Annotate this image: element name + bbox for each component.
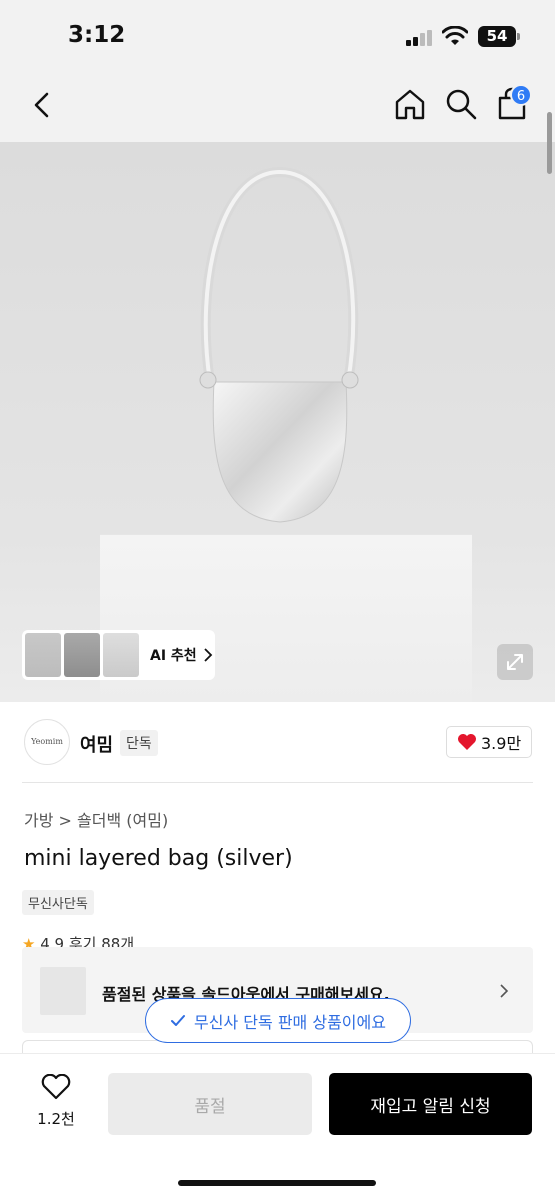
thumbnail-1[interactable]	[25, 633, 61, 677]
brand-like-button[interactable]: 3.9만	[446, 726, 532, 758]
ai-recommend-label[interactable]: AI 추천	[150, 645, 197, 665]
wishlist-count: 1.2천	[37, 1110, 75, 1128]
status-time: 3:12	[68, 22, 126, 48]
wifi-icon	[442, 26, 468, 45]
wishlist-button[interactable]: 1.2천	[26, 1074, 86, 1134]
chevron-right-icon	[204, 648, 212, 662]
chevron-right-icon	[500, 984, 509, 998]
heart-filled-icon	[458, 734, 476, 750]
top-nav: 6	[0, 70, 555, 142]
like-count: 3.9만	[481, 734, 522, 753]
ai-recommend-strip[interactable]: AI 추천	[22, 630, 215, 680]
exclusive-tag: 단독	[120, 730, 158, 756]
divider	[22, 782, 533, 783]
thumbnail-3[interactable]	[103, 633, 139, 677]
search-icon[interactable]	[444, 87, 478, 121]
star-icon: ★	[22, 935, 36, 947]
heart-outline-icon	[41, 1074, 71, 1100]
toast-text: 무신사 단독 판매 상품이에요	[194, 1012, 386, 1032]
review-count: 후기 88개	[68, 935, 135, 947]
brand-name[interactable]: 여밈	[80, 731, 113, 757]
brand-logo-text: Yeomim	[31, 737, 63, 746]
signal-icon	[406, 30, 432, 46]
category-breadcrumb[interactable]: 가방 > 숄더백 (여밈)	[24, 807, 168, 831]
home-indicator	[178, 1180, 376, 1186]
soldout-button[interactable]: 품절	[108, 1073, 312, 1135]
product-title: mini layered bag (silver)	[24, 846, 293, 871]
scrollbar[interactable]	[547, 112, 552, 174]
expand-icon[interactable]	[497, 644, 533, 680]
thumbnail-2[interactable]	[64, 633, 100, 677]
silver-bag-image	[199, 166, 359, 523]
restock-alert-button[interactable]: 재입고 알림 신청	[329, 1073, 532, 1135]
musinsa-exclusive-badge: 무신사단독	[22, 890, 94, 915]
soldout-thumbnail	[40, 967, 86, 1015]
home-icon[interactable]	[393, 87, 427, 121]
cart-count-badge: 6	[510, 84, 532, 106]
rating-row[interactable]: ★ 4.9 후기 88개	[22, 933, 134, 947]
check-icon	[171, 1014, 186, 1026]
status-bar: 3:12 54	[0, 0, 555, 70]
bottom-action-bar: 1.2천 품절 재입고 알림 신청	[0, 1053, 555, 1200]
brand-logo[interactable]: Yeomim	[24, 719, 70, 765]
rating-value: 4.9	[40, 935, 65, 947]
chevron-left-icon[interactable]	[28, 90, 56, 120]
battery-indicator: 54	[478, 26, 520, 47]
product-image[interactable]: AI 추천	[0, 142, 555, 702]
exclusive-toast: 무신사 단독 판매 상품이에요	[145, 998, 411, 1043]
